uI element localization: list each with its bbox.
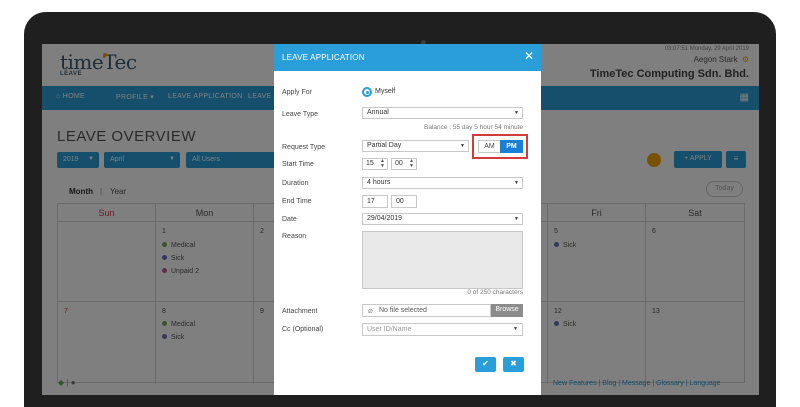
modal-title: LEAVE APPLICATION xyxy=(282,53,365,62)
attachment-placeholder: No file selected xyxy=(379,307,427,314)
reason-textarea[interactable] xyxy=(362,231,523,289)
caret-down-icon: ▼ xyxy=(514,110,519,116)
paperclip-icon: ⌀ xyxy=(368,306,373,315)
cancel-button[interactable]: ✖ xyxy=(503,357,524,372)
cc-select[interactable]: User ID/Name ▼ xyxy=(362,323,523,336)
check-icon: ✔ xyxy=(482,359,489,368)
reason-char-count: 0 of 250 characters xyxy=(467,289,523,296)
duration-value: 4 hours xyxy=(367,179,391,186)
attachment-label: Attachment xyxy=(282,308,318,315)
duration-select[interactable]: 4 hours ▼ xyxy=(362,177,523,189)
cc-label: Cc (Optional) xyxy=(282,326,324,333)
leave-application-modal: LEAVE APPLICATION ✕ Apply For Myself Lea… xyxy=(274,44,541,395)
caret-down-icon: ▼ xyxy=(513,326,518,332)
end-time-label: End Time xyxy=(282,198,312,205)
date-value: 29/04/2019 xyxy=(367,215,403,222)
stepper-arrows-icon[interactable]: ▲ ▼ xyxy=(409,159,414,169)
caret-down-icon: ▼ xyxy=(514,180,519,186)
close-icon: ✖ xyxy=(510,359,517,368)
cc-placeholder: User ID/Name xyxy=(367,326,412,333)
end-minute-input[interactable]: 00 xyxy=(391,195,417,208)
close-icon[interactable]: ✕ xyxy=(524,49,534,63)
caret-down-icon: ▼ xyxy=(514,216,519,222)
stepper-arrows-icon[interactable]: ▲ ▼ xyxy=(380,159,385,169)
pm-toggle[interactable]: PM xyxy=(500,140,523,153)
start-minute-value: 00 xyxy=(395,160,403,167)
screen: timeTec LEAVE 03:07:51 Monday, 29 April … xyxy=(42,44,759,395)
start-hour-value: 15 xyxy=(366,160,374,167)
duration-label: Duration xyxy=(282,180,309,187)
leave-type-label: Leave Type xyxy=(282,111,319,118)
date-picker[interactable]: 29/04/2019 ▼ xyxy=(362,213,523,225)
leave-type-select[interactable]: Annual ▼ xyxy=(362,107,523,119)
request-type-value: Partial Day xyxy=(367,142,402,149)
apply-for-value: Myself xyxy=(375,88,396,95)
apply-for-label: Apply For xyxy=(282,89,312,96)
am-toggle[interactable]: AM xyxy=(478,140,501,153)
submit-button[interactable]: ✔ xyxy=(475,357,496,372)
start-minute-stepper[interactable]: 00 ▲ ▼ xyxy=(391,158,417,170)
reason-label: Reason xyxy=(282,233,307,240)
leave-balance: Balance : 55 day 5 hour 54 minute xyxy=(423,124,523,131)
apply-for-radio[interactable] xyxy=(362,87,372,97)
caret-down-icon: ▼ xyxy=(460,143,465,149)
leave-type-value: Annual xyxy=(367,109,389,116)
request-type-label: Request Type xyxy=(282,144,326,151)
modal-header: LEAVE APPLICATION ✕ xyxy=(274,44,541,71)
start-hour-stepper[interactable]: 15 ▲ ▼ xyxy=(362,158,388,170)
attachment-field[interactable]: ⌀ No file selected xyxy=(362,304,491,317)
start-time-label: Start Time xyxy=(282,161,314,168)
browse-button[interactable]: Browse xyxy=(491,304,523,317)
end-hour-input[interactable]: 17 xyxy=(362,195,388,208)
request-type-select[interactable]: Partial Day ▼ xyxy=(362,140,469,152)
date-label: Date xyxy=(282,216,297,223)
